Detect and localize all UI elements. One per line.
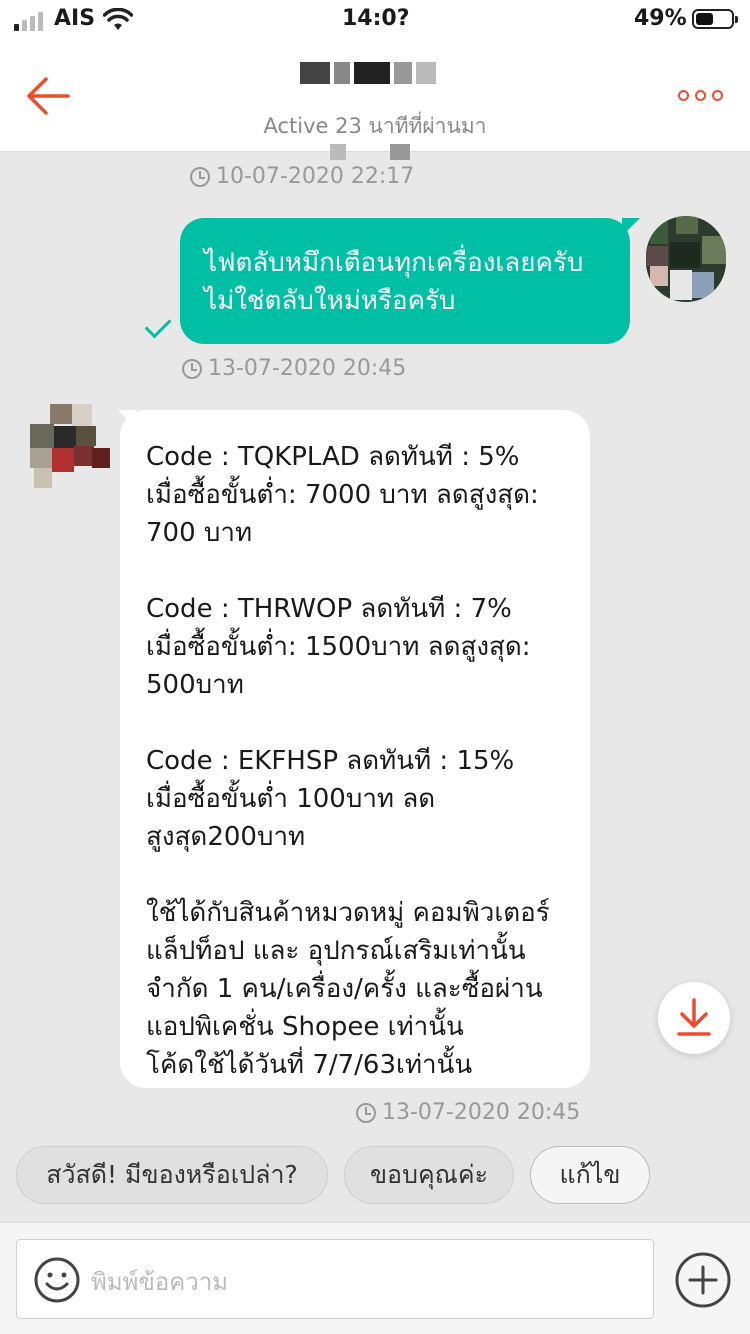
- message-placeholder: พิมพ์ข้อความ: [91, 1268, 229, 1296]
- smiley-icon[interactable]: [33, 1256, 81, 1304]
- redaction-block: [390, 144, 410, 160]
- wifi-icon: [103, 8, 133, 30]
- message-timestamp: 13-07-2020 20:45: [182, 356, 406, 381]
- battery-percent: 49%: [634, 6, 687, 31]
- clock-icon: [182, 358, 202, 379]
- edit-quick-replies-chip[interactable]: แก้ไข: [530, 1146, 650, 1204]
- plus-circle-icon[interactable]: [674, 1251, 732, 1309]
- status-bar: AIS 14:0? 49%: [0, 0, 750, 40]
- cellular-signal-icon: [14, 12, 43, 31]
- carrier-name: AIS: [54, 6, 96, 31]
- more-options-button[interactable]: [678, 90, 723, 101]
- avatar[interactable]: [646, 216, 726, 302]
- clock-icon: [356, 1102, 376, 1123]
- clock: 14:0?: [342, 6, 410, 31]
- incoming-message-bubble[interactable]: Code : TQKPLAD ลดทันที : 5% เมื่อซื้อขั้…: [118, 410, 590, 1088]
- active-status: Active 23 นาทีที่ผ่านมา: [263, 114, 487, 138]
- dot-icon: [678, 90, 689, 101]
- chat-header: Active 23 นาทีที่ผ่านมา: [0, 40, 750, 160]
- avatar[interactable]: [30, 404, 110, 488]
- clock-icon: [190, 166, 210, 187]
- scroll-to-bottom-button[interactable]: [658, 982, 730, 1054]
- message-timestamp: 13-07-2020 20:45: [356, 1100, 580, 1125]
- message-composer: พิมพ์ข้อความ: [0, 1222, 750, 1334]
- quick-reply-chip[interactable]: ขอบคุณค่ะ: [344, 1146, 514, 1204]
- dot-icon: [712, 90, 723, 101]
- message-input[interactable]: พิมพ์ข้อความ: [16, 1239, 654, 1319]
- contact-name-redacted[interactable]: [300, 62, 450, 88]
- dot-icon: [695, 90, 706, 101]
- message-timestamp: 10-07-2020 22:17: [190, 164, 414, 189]
- sent-check-icon: [144, 311, 172, 339]
- battery-icon: [692, 9, 738, 29]
- quick-reply-bar: สวัสดี! มีของหรือเปล่า? ขอบคุณค่ะ แก้ไข: [0, 1146, 750, 1204]
- outgoing-message-bubble[interactable]: ไฟตลับหมึกเตือนทุกเครื่องเลยครับ ไม่ใช่ต…: [180, 218, 640, 344]
- quick-reply-chip[interactable]: สวัสดี! มีของหรือเปล่า?: [16, 1146, 328, 1204]
- back-arrow-icon[interactable]: [24, 74, 72, 118]
- redaction-block: [330, 144, 346, 160]
